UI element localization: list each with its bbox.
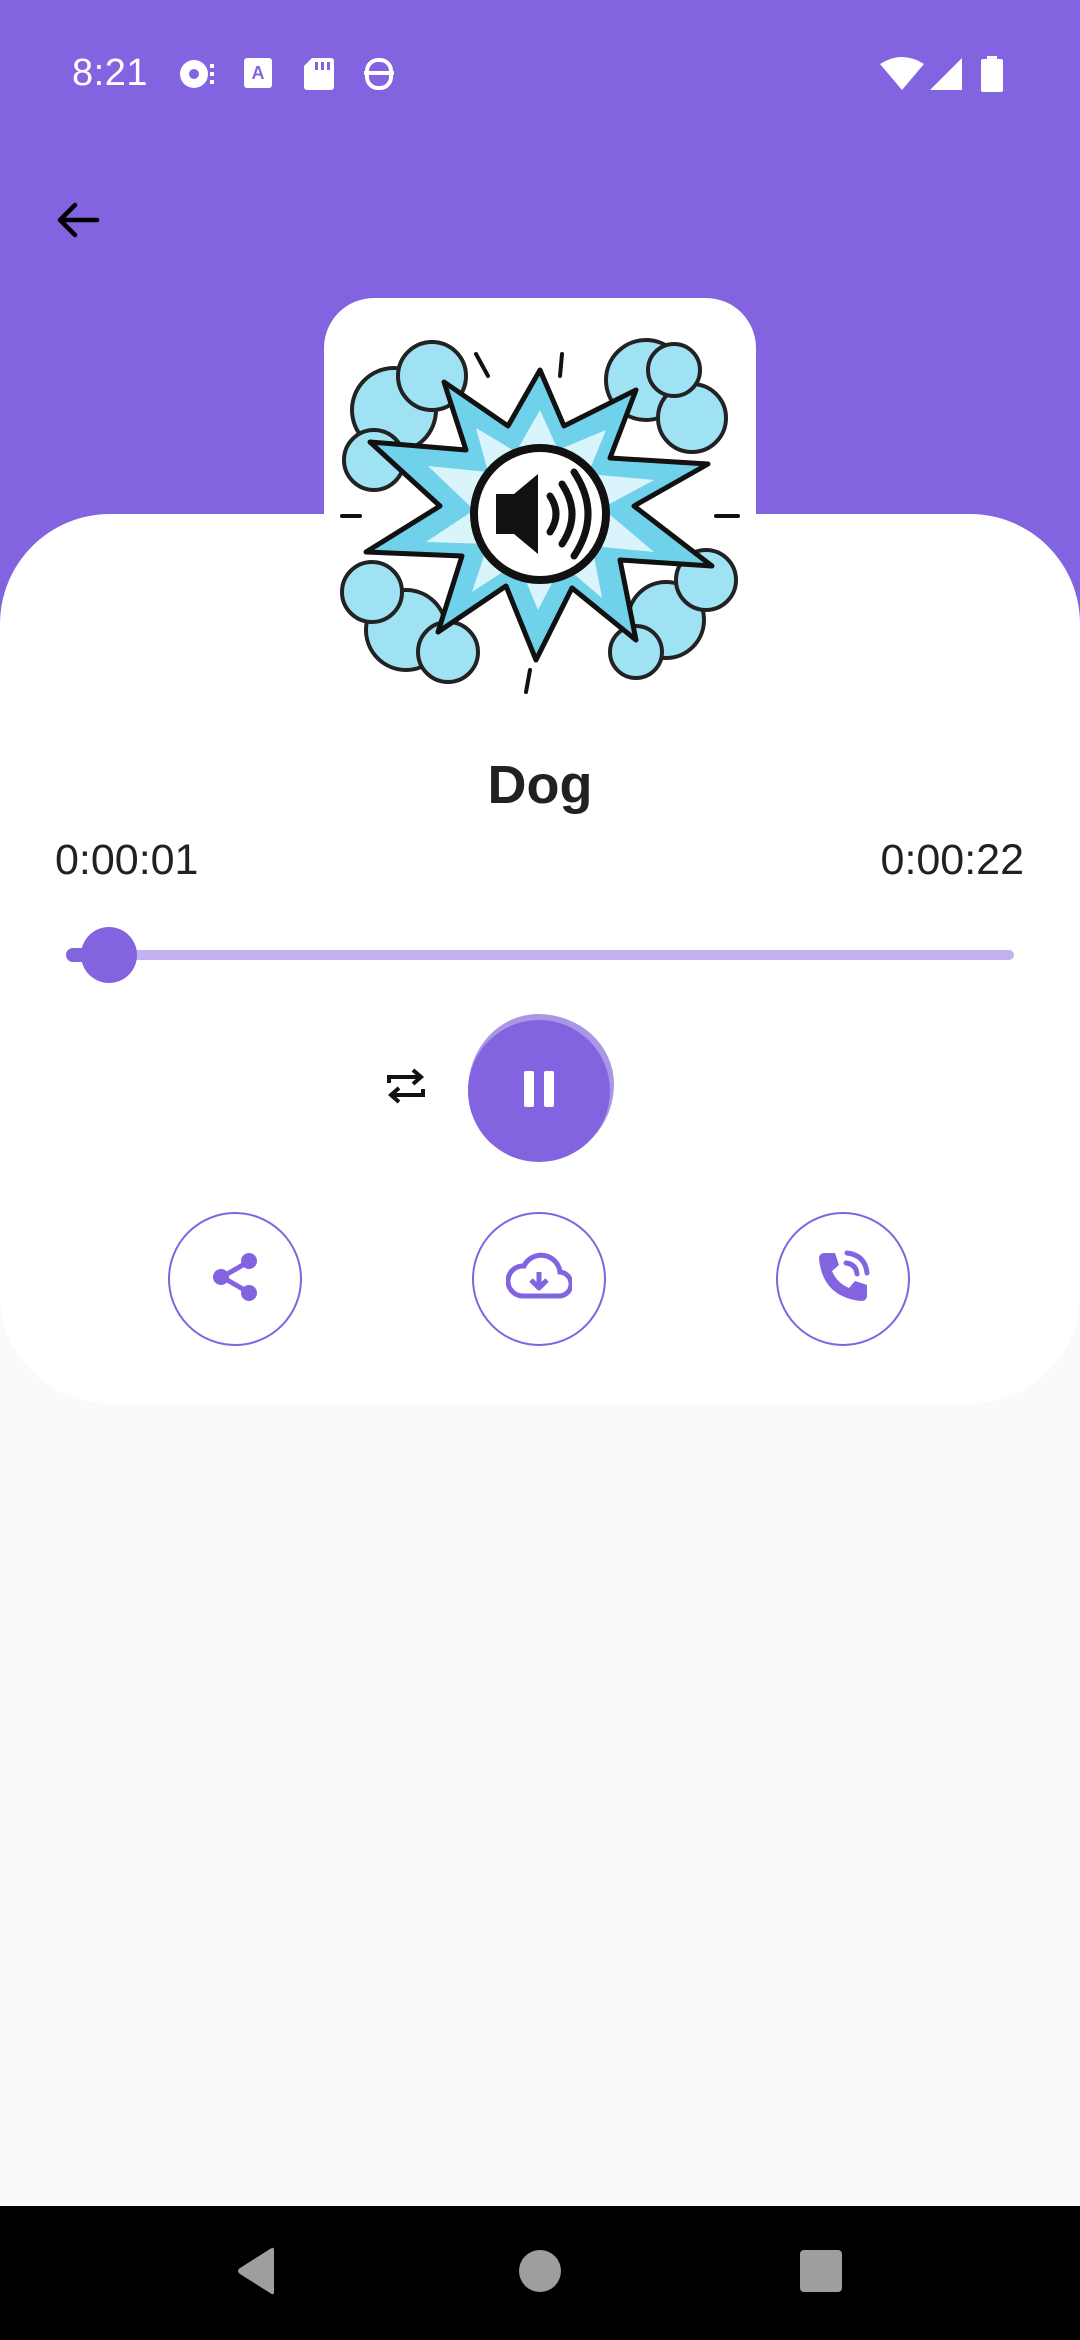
signal-icon	[928, 56, 964, 97]
share-button[interactable]	[168, 1212, 302, 1346]
pause-icon	[519, 1067, 559, 1116]
total-time: 0:00:22	[880, 836, 1024, 884]
download-button[interactable]	[472, 1212, 606, 1346]
wifi-icon	[880, 56, 924, 97]
phone-ringing-icon	[813, 1247, 873, 1312]
sound-player-screen: 8:21 A Dog 0:00:01 0:00:22	[0, 0, 1080, 2340]
battery-icon	[980, 56, 1004, 97]
seek-thumb[interactable]	[80, 927, 137, 983]
share-icon	[206, 1248, 264, 1311]
svg-text:A: A	[252, 63, 265, 83]
podcast-icon	[178, 56, 218, 97]
cloud-download-icon	[505, 1252, 574, 1307]
track-title: Dog	[487, 755, 593, 815]
play-pause-control	[462, 1006, 618, 1162]
system-nav-bar	[0, 2206, 1080, 2340]
nav-home-button[interactable]	[473, 2206, 607, 2340]
repeat-icon	[383, 1063, 429, 1114]
nav-recents-icon	[800, 2249, 842, 2297]
sd-card-icon	[304, 56, 334, 97]
hanger-icon	[364, 56, 394, 97]
status-time: 8:21	[72, 52, 148, 94]
arrow-back-icon	[53, 195, 103, 250]
seek-bar[interactable]	[66, 926, 1014, 983]
sound-burst-icon	[336, 330, 744, 705]
nav-home-icon	[518, 2249, 562, 2298]
repeat-button[interactable]	[370, 1052, 442, 1124]
nav-recents-button[interactable]	[754, 2206, 888, 2340]
set-ringtone-button[interactable]	[776, 1212, 910, 1346]
back-button[interactable]	[36, 180, 120, 264]
status-bar: 8:21 A	[0, 0, 1080, 150]
nav-back-icon	[234, 2246, 280, 2301]
seek-track	[66, 950, 1014, 960]
pause-button[interactable]	[468, 1020, 610, 1162]
text-icon: A	[244, 56, 272, 97]
nav-back-button[interactable]	[190, 2206, 324, 2340]
current-time: 0:00:01	[55, 836, 199, 884]
